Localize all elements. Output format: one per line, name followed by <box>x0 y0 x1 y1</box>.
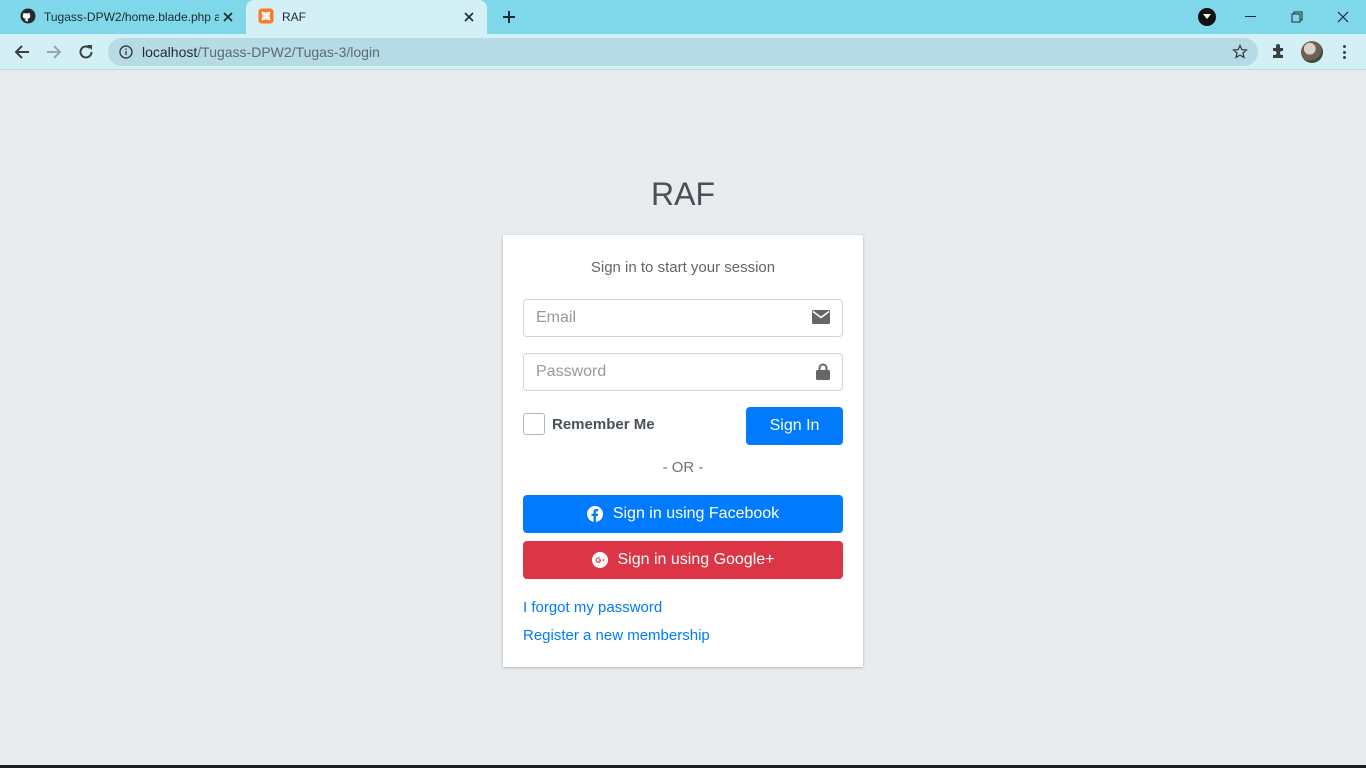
xampp-icon <box>258 8 274 27</box>
url-text: localhost/Tugass-DPW2/Tugas-3/login <box>142 44 380 60</box>
tab-strip: Tugass-DPW2/home.blade.php a RAF <box>0 0 1366 34</box>
forward-button[interactable] <box>40 38 68 66</box>
email-field[interactable] <box>523 299 843 337</box>
browser-menu-icon[interactable] <box>1336 42 1352 62</box>
tab-github[interactable]: Tugass-DPW2/home.blade.php a <box>8 0 246 34</box>
envelope-icon <box>812 310 830 329</box>
facebook-icon <box>586 506 603 522</box>
new-tab-button[interactable] <box>498 6 520 28</box>
login-box-message: Sign in to start your session <box>590 259 776 276</box>
tab-close-icon[interactable] <box>461 9 477 25</box>
email-input[interactable] <box>524 300 794 336</box>
forgot-password-link[interactable]: I forgot my password <box>523 599 662 616</box>
tab-search-icon[interactable] <box>1198 8 1216 26</box>
login-card: Sign in to start your session Remember M… <box>503 235 863 667</box>
or-divider: - OR - <box>662 459 704 476</box>
google-plus-icon <box>591 552 608 568</box>
remember-label[interactable]: Remember Me <box>552 416 655 433</box>
bookmark-star-icon[interactable] <box>1232 43 1248 65</box>
github-icon <box>20 8 36 27</box>
address-bar[interactable]: localhost/Tugass-DPW2/Tugas-3/login <box>108 38 1258 66</box>
remember-me[interactable]: Remember Me <box>523 413 655 435</box>
extensions-puzzle-icon[interactable] <box>1270 42 1288 65</box>
register-link[interactable]: Register a new membership <box>523 627 710 644</box>
profile-avatar[interactable] <box>1301 41 1323 63</box>
tab-raf[interactable]: RAF <box>246 0 487 34</box>
url-host: localhost <box>142 44 198 60</box>
facebook-signin-button[interactable]: Sign in using Facebook <box>523 495 843 533</box>
lock-icon <box>816 363 830 385</box>
app-logo[interactable]: RAF <box>503 176 863 213</box>
url-path: /Tugass-DPW2/Tugas-3/login <box>197 44 380 60</box>
tab-title: Tugass-DPW2/home.blade.php a <box>44 10 219 24</box>
password-field[interactable] <box>523 353 843 391</box>
facebook-signin-label: Sign in using Facebook <box>612 505 780 522</box>
reload-button[interactable] <box>72 38 100 66</box>
sign-in-button[interactable]: Sign In <box>746 407 843 445</box>
remember-checkbox[interactable] <box>523 413 545 435</box>
info-icon[interactable] <box>119 45 133 59</box>
back-button[interactable] <box>8 38 36 66</box>
tab-close-icon[interactable] <box>220 9 236 25</box>
minimize-button[interactable] <box>1228 0 1274 34</box>
tab-title: RAF <box>282 10 306 24</box>
google-signin-label: Sign in using Google+ <box>617 551 775 568</box>
browser-toolbar: localhost/Tugass-DPW2/Tugas-3/login <box>0 34 1366 70</box>
close-window-button[interactable] <box>1320 0 1366 34</box>
restore-button[interactable] <box>1274 0 1320 34</box>
password-input[interactable] <box>524 354 794 390</box>
google-signin-button[interactable]: Sign in using Google+ <box>523 541 843 579</box>
